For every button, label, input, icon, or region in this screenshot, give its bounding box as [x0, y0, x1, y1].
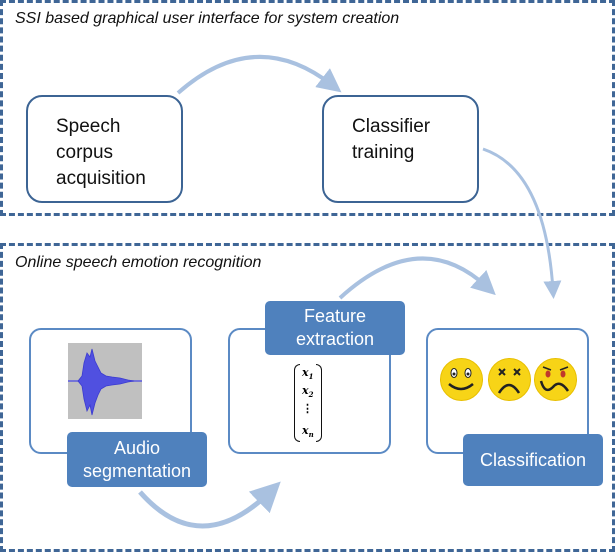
label-line: Audio: [113, 437, 161, 458]
label-line: extraction: [295, 329, 375, 349]
online-recognition-title: Online speech emotion recognition: [15, 254, 262, 271]
vector-entry: ⋮: [302, 402, 313, 415]
feature-extraction-label: Feature extraction: [265, 301, 405, 355]
happy-face-icon: [440, 358, 483, 401]
label-line: Feature: [303, 306, 367, 326]
vector-entry: xn: [302, 424, 314, 440]
right-paren: [316, 364, 322, 442]
speech-corpus-acquisition-box: Speech corpus acquisition: [26, 95, 183, 203]
audio-segmentation-label: Audio segmentation: [67, 432, 207, 487]
vector-entry: x1: [302, 366, 314, 382]
classifier-training-box: Classifier training: [322, 95, 479, 203]
step-line: training: [352, 142, 415, 163]
step-line: acquisition: [56, 168, 146, 189]
label-line: segmentation: [82, 460, 192, 481]
label-line: Classification: [479, 449, 587, 470]
angry-face-icon: [534, 358, 577, 401]
classification-label: Classification: [463, 434, 603, 486]
speech-corpus-acquisition-label: Speech corpus acquisition: [56, 114, 146, 192]
sad-face-icon: [488, 358, 531, 401]
left-paren: [294, 364, 300, 442]
feature-vector-icon: x1 x2 ⋮ xn: [292, 364, 322, 444]
classifier-training-label: Classifier training: [352, 114, 430, 166]
waveform-icon: [68, 343, 142, 419]
system-creation-title: SSI based graphical user interface for s…: [15, 10, 400, 27]
step-line: Classifier: [352, 116, 431, 137]
step-line: corpus: [56, 142, 114, 163]
vector-entry: x2: [302, 384, 314, 400]
step-line: Speech: [56, 116, 121, 137]
